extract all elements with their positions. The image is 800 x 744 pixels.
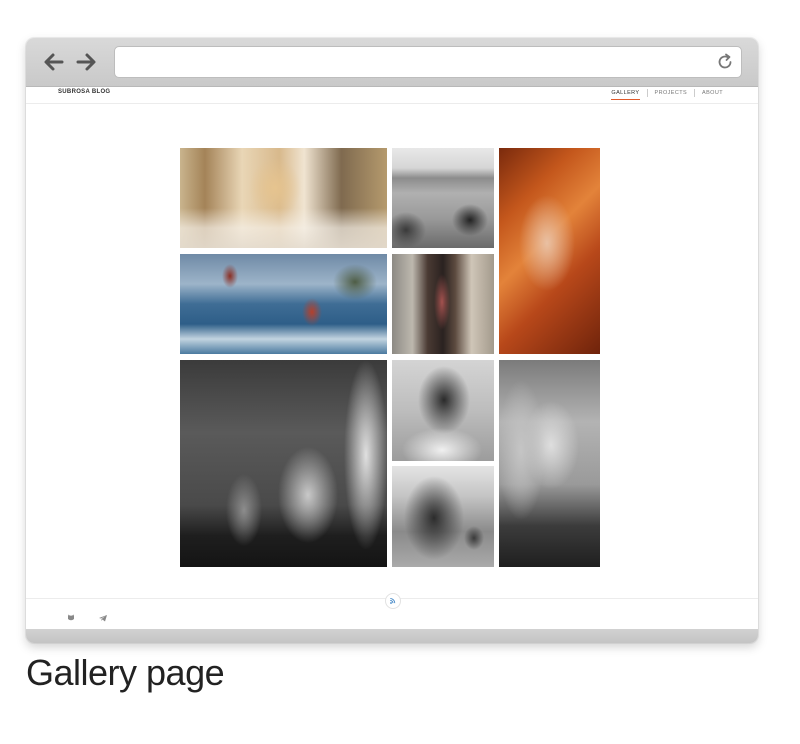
browser-bottom-bar: [26, 629, 758, 643]
photo-cat-and-beagle[interactable]: [180, 360, 387, 567]
photo-legs-and-dog-bw[interactable]: [392, 466, 494, 567]
photo-stilt-fishermen[interactable]: [180, 254, 387, 354]
photo-man-pointing-bw[interactable]: [392, 360, 494, 461]
page-caption: Gallery page: [26, 652, 225, 693]
photo-beach-horses-bw[interactable]: [392, 148, 494, 248]
photo-woman-blonde-doorway[interactable]: [180, 148, 387, 248]
photo-redhead-portrait[interactable]: [499, 148, 600, 354]
rss-icon[interactable]: [385, 593, 401, 609]
github-icon[interactable]: [66, 610, 76, 621]
photo-butcher-doorway[interactable]: [392, 254, 494, 354]
browser-window: SUBROSA BLOG GALLERY PROJECTS ABOUT: [26, 38, 758, 643]
telegram-icon[interactable]: [98, 610, 108, 622]
photo-blonde-portrait-bw[interactable]: [499, 360, 600, 567]
photo-gallery: [26, 38, 758, 643]
